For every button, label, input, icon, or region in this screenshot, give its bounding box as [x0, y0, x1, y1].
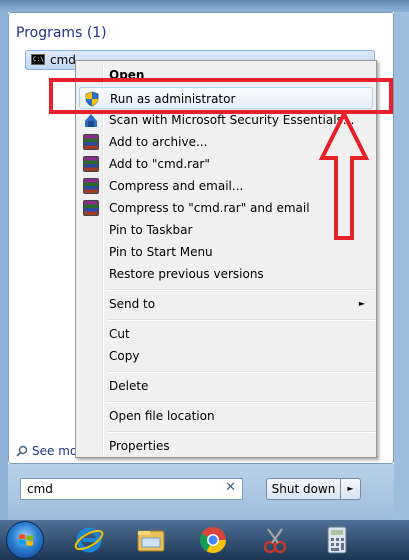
winrar-icon: [83, 178, 99, 194]
submenu-arrow-icon: ►: [358, 299, 365, 308]
menu-item-properties[interactable]: Properties: [79, 435, 373, 457]
menu-separator: [107, 289, 375, 291]
calculator-icon[interactable]: [320, 523, 354, 557]
chrome-icon[interactable]: [196, 523, 230, 557]
menu-separator: [107, 431, 375, 433]
winrar-icon: [83, 156, 99, 172]
menu-item-pin-to-start-menu[interactable]: Pin to Start Menu: [79, 241, 373, 263]
security-essentials-icon: [85, 114, 97, 127]
menu-item-cut[interactable]: Cut: [79, 323, 373, 345]
menu-item-copy[interactable]: Copy: [79, 345, 373, 367]
start-orb-icon[interactable]: [6, 521, 44, 559]
search-input[interactable]: cmd ✕: [20, 478, 243, 500]
up-arrow-annotation-icon: [318, 110, 370, 240]
menu-item-label: Cut: [109, 327, 130, 341]
menu-separator: [107, 371, 375, 373]
see-more-results-link[interactable]: See mo: [16, 444, 77, 458]
snipping-tool-icon[interactable]: [258, 523, 292, 557]
shut-down-button[interactable]: Shut down: [266, 478, 341, 500]
menu-item-label: Send to: [109, 297, 156, 311]
menu-separator: [107, 401, 375, 403]
winrar-icon: [83, 200, 99, 216]
menu-item-label: Pin to Taskbar: [109, 223, 193, 237]
menu-item-restore-previous-versions[interactable]: Restore previous versions: [79, 263, 373, 285]
windows-flag-icon: [19, 534, 33, 546]
menu-separator: [107, 319, 375, 321]
menu-item-label: Add to archive...: [109, 135, 208, 149]
programs-header: Programs (1): [16, 25, 107, 41]
menu-item-label: Pin to Start Menu: [109, 245, 213, 259]
file-explorer-icon[interactable]: [134, 523, 168, 557]
clear-search-icon[interactable]: ✕: [225, 480, 236, 495]
program-label: cmd: [50, 53, 76, 67]
menu-item-label: Compress to "cmd.rar" and email: [109, 201, 310, 215]
menu-item-label: Delete: [109, 379, 149, 393]
cmd-icon: C:\: [31, 54, 45, 65]
menu-item-label: Properties: [109, 439, 170, 453]
highlight-box-annotation: [49, 78, 393, 114]
magnifier-icon: [16, 445, 28, 457]
search-value: cmd: [27, 482, 53, 496]
menu-item-label: Restore previous versions: [109, 267, 264, 281]
menu-item-open-file-location[interactable]: Open file location: [79, 405, 373, 427]
internet-explorer-icon[interactable]: [72, 523, 106, 557]
menu-item-label: Add to "cmd.rar": [109, 157, 210, 171]
menu-item-label: Open file location: [109, 409, 215, 423]
menu-item-label: Compress and email...: [109, 179, 244, 193]
menu-item-send-to[interactable]: Send to ►: [79, 293, 373, 315]
menu-item-delete[interactable]: Delete: [79, 375, 373, 397]
shut-down-options-arrow-icon[interactable]: ►: [341, 478, 361, 500]
see-more-label: See mo: [32, 444, 78, 458]
winrar-icon: [83, 134, 99, 150]
menu-item-label: Copy: [109, 349, 140, 363]
